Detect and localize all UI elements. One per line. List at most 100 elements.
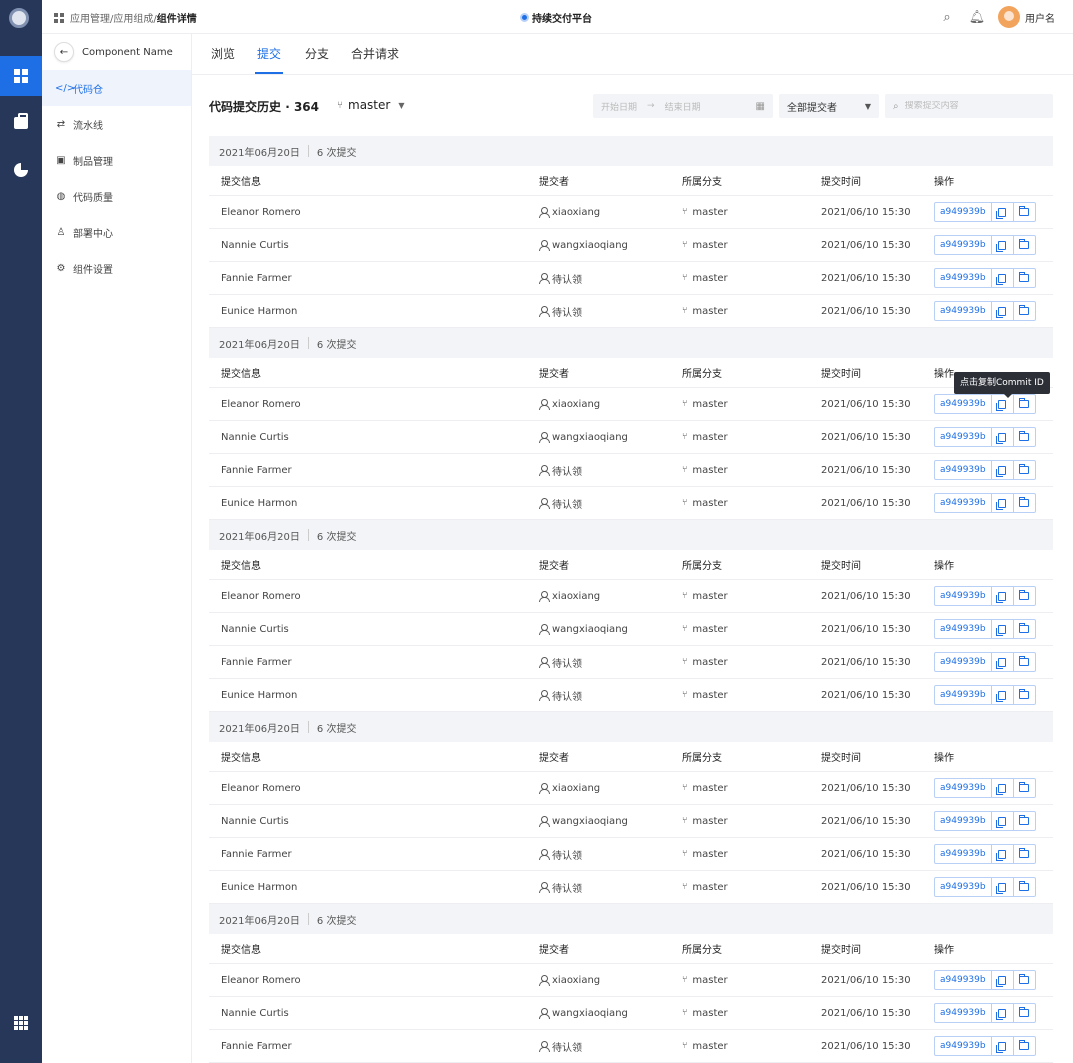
username[interactable]: 用户名 xyxy=(1025,10,1055,25)
commit-message[interactable]: Nannie Curtis xyxy=(209,240,539,251)
avatar[interactable] xyxy=(998,6,1020,28)
browse-files-button[interactable] xyxy=(1013,460,1036,480)
commit-hash-link[interactable]: a949939b xyxy=(934,1036,992,1056)
bell-icon[interactable]: 🔔︎ xyxy=(962,5,992,29)
commit-search-input[interactable] xyxy=(904,101,1035,111)
browse-files-button[interactable] xyxy=(1013,685,1036,705)
commit-message[interactable]: Fannie Farmer xyxy=(209,657,539,668)
browse-files-button[interactable] xyxy=(1013,268,1036,288)
sidebar-item[interactable]: ⇄ 流水线 xyxy=(42,106,191,142)
copy-commit-button[interactable] xyxy=(991,202,1014,222)
browse-files-button[interactable] xyxy=(1013,394,1036,414)
browse-files-button[interactable] xyxy=(1013,778,1036,798)
end-date-input[interactable]: 结束日期 xyxy=(665,100,701,113)
sidebar-item[interactable]: ⚙ 组件设置 xyxy=(42,250,191,286)
rail-item-all-apps[interactable] xyxy=(0,1003,42,1043)
tab-item[interactable]: 合并请求 xyxy=(343,34,407,74)
commit-hash-link[interactable]: a949939b xyxy=(934,970,992,990)
copy-commit-button[interactable] xyxy=(991,844,1014,864)
browse-files-button[interactable] xyxy=(1013,1003,1036,1023)
tab-item[interactable]: 浏览 xyxy=(211,34,243,74)
commit-message[interactable]: Fannie Farmer xyxy=(209,1041,539,1052)
commit-message[interactable]: Nannie Curtis xyxy=(209,1008,539,1019)
sidebar-item[interactable]: ▣ 制品管理 xyxy=(42,142,191,178)
commit-message[interactable]: Eleanor Romero xyxy=(209,783,539,794)
rail-item-apps[interactable] xyxy=(0,56,42,96)
copy-commit-button[interactable] xyxy=(991,427,1014,447)
commit-message[interactable]: Eleanor Romero xyxy=(209,207,539,218)
commit-message[interactable]: Eunice Harmon xyxy=(209,882,539,893)
rail-item-briefcase[interactable] xyxy=(0,103,42,143)
browse-files-button[interactable] xyxy=(1013,493,1036,513)
commit-hash-link[interactable]: a949939b xyxy=(934,586,992,606)
browse-files-button[interactable] xyxy=(1013,877,1036,897)
commit-hash-link[interactable]: a949939b xyxy=(934,394,992,414)
copy-commit-button[interactable] xyxy=(991,877,1014,897)
browse-files-button[interactable] xyxy=(1013,202,1036,222)
breadcrumb-item-app-composition[interactable]: 应用组成/ xyxy=(113,10,156,25)
rail-item-stats[interactable] xyxy=(0,150,42,190)
browse-files-button[interactable] xyxy=(1013,586,1036,606)
commit-message[interactable]: Eunice Harmon xyxy=(209,306,539,317)
copy-commit-button[interactable] xyxy=(991,301,1014,321)
browse-files-button[interactable] xyxy=(1013,427,1036,447)
commit-message[interactable]: Fannie Farmer xyxy=(209,465,539,476)
commit-message[interactable]: Fannie Farmer xyxy=(209,273,539,284)
branch-select[interactable]: ⑂ master ▼ xyxy=(337,98,404,112)
commit-message[interactable]: Eleanor Romero xyxy=(209,975,539,986)
browse-files-button[interactable] xyxy=(1013,844,1036,864)
copy-commit-button[interactable] xyxy=(991,970,1014,990)
commit-hash-link[interactable]: a949939b xyxy=(934,619,992,639)
commit-hash-link[interactable]: a949939b xyxy=(934,268,992,288)
copy-commit-button[interactable] xyxy=(991,685,1014,705)
commit-hash-link[interactable]: a949939b xyxy=(934,460,992,480)
committer-select[interactable]: 全部提交者 ▼ xyxy=(779,94,879,118)
browse-files-button[interactable] xyxy=(1013,1036,1036,1056)
commit-message[interactable]: Eunice Harmon xyxy=(209,690,539,701)
commit-hash-link[interactable]: a949939b xyxy=(934,235,992,255)
copy-commit-button[interactable] xyxy=(991,1003,1014,1023)
commit-hash-link[interactable]: a949939b xyxy=(934,685,992,705)
copy-commit-button[interactable] xyxy=(991,619,1014,639)
browse-files-button[interactable] xyxy=(1013,970,1036,990)
tab-item[interactable]: 分支 xyxy=(297,34,337,74)
commit-hash-link[interactable]: a949939b xyxy=(934,877,992,897)
copy-commit-button[interactable] xyxy=(991,778,1014,798)
commit-hash-link[interactable]: a949939b xyxy=(934,811,992,831)
commit-hash-link[interactable]: a949939b xyxy=(934,427,992,447)
copy-commit-button[interactable] xyxy=(991,460,1014,480)
browse-files-button[interactable] xyxy=(1013,652,1036,672)
browse-files-button[interactable] xyxy=(1013,619,1036,639)
commit-message[interactable]: Eleanor Romero xyxy=(209,399,539,410)
date-range-picker[interactable]: 开始日期 → 结束日期 ▦ xyxy=(593,94,773,118)
sidebar-item[interactable]: ◍ 代码质量 xyxy=(42,178,191,214)
sidebar-item[interactable]: </> 代码仓 xyxy=(42,70,191,106)
commit-hash-link[interactable]: a949939b xyxy=(934,493,992,513)
commit-hash-link[interactable]: a949939b xyxy=(934,1003,992,1023)
copy-commit-button[interactable] xyxy=(991,586,1014,606)
commit-hash-link[interactable]: a949939b xyxy=(934,202,992,222)
breadcrumb-item-app-management[interactable]: 应用管理/ xyxy=(70,10,113,25)
copy-commit-button[interactable] xyxy=(991,268,1014,288)
commit-message[interactable]: Eleanor Romero xyxy=(209,591,539,602)
commit-message[interactable]: Nannie Curtis xyxy=(209,432,539,443)
commit-message[interactable]: Eunice Harmon xyxy=(209,498,539,509)
copy-commit-button[interactable] xyxy=(991,652,1014,672)
sidebar-item[interactable]: ♙ 部署中心 xyxy=(42,214,191,250)
commit-message[interactable]: Fannie Farmer xyxy=(209,849,539,860)
browse-files-button[interactable] xyxy=(1013,301,1036,321)
start-date-input[interactable]: 开始日期 xyxy=(601,100,637,113)
copy-commit-button[interactable] xyxy=(991,235,1014,255)
back-button[interactable]: ← xyxy=(54,42,74,62)
commit-hash-link[interactable]: a949939b xyxy=(934,652,992,672)
commit-message[interactable]: Nannie Curtis xyxy=(209,816,539,827)
commit-message[interactable]: Nannie Curtis xyxy=(209,624,539,635)
copy-commit-button[interactable] xyxy=(991,811,1014,831)
copy-commit-button[interactable] xyxy=(991,493,1014,513)
commit-hash-link[interactable]: a949939b xyxy=(934,778,992,798)
browse-files-button[interactable] xyxy=(1013,235,1036,255)
browse-files-button[interactable] xyxy=(1013,811,1036,831)
commit-hash-link[interactable]: a949939b xyxy=(934,301,992,321)
commit-hash-link[interactable]: a949939b xyxy=(934,844,992,864)
copy-commit-button[interactable] xyxy=(991,1036,1014,1056)
